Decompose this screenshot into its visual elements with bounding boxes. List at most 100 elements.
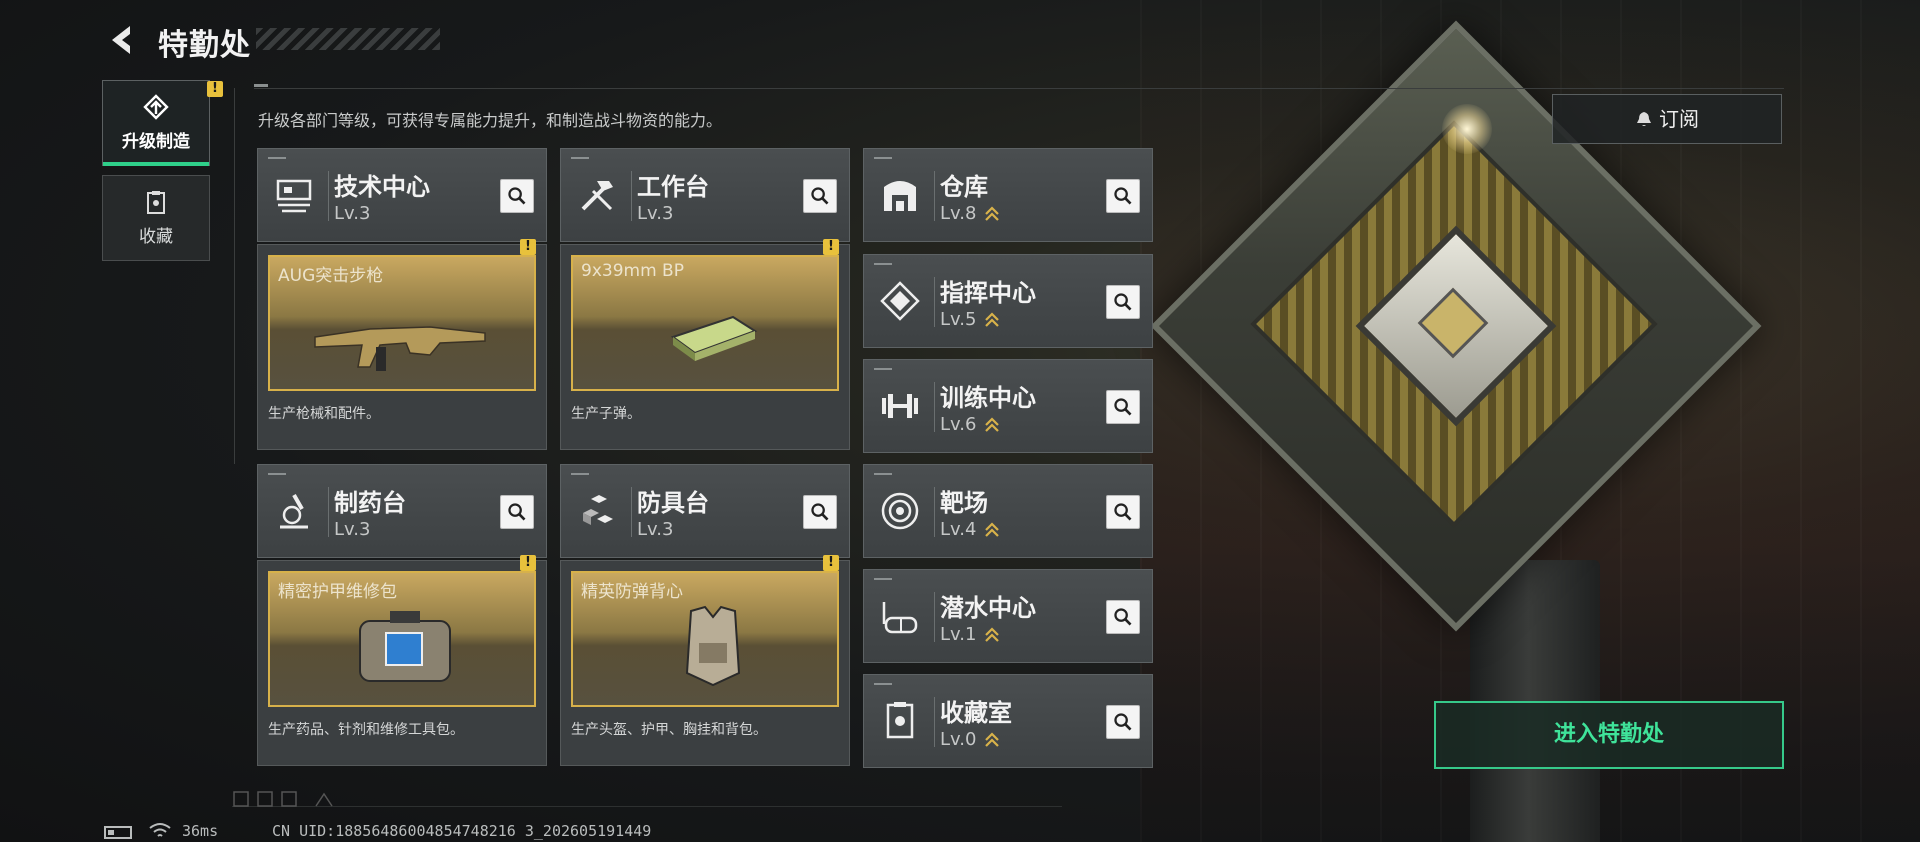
side-divider bbox=[234, 88, 235, 464]
bell-icon bbox=[1635, 97, 1653, 126]
card-separator bbox=[328, 171, 329, 221]
production-item-name: 9x39mm BP bbox=[581, 261, 684, 281]
production-slot: 9x39mm BP bbox=[571, 255, 839, 391]
department-card-pharmacy[interactable]: 制药台 Lv.3 bbox=[257, 464, 547, 558]
production-card-medical[interactable]: 精密护甲维修包 ! 生产药品、针剂和维修工具包。 bbox=[257, 555, 547, 766]
search-icon[interactable] bbox=[1106, 179, 1140, 213]
production-item-name: 精密护甲维修包 bbox=[278, 582, 397, 602]
department-name: 训练中心 bbox=[940, 384, 1036, 412]
ping-value: 36ms bbox=[182, 822, 219, 840]
department-name: 仓库 bbox=[940, 173, 988, 201]
department-card-training-center[interactable]: 训练中心 Lv.6 bbox=[863, 359, 1153, 453]
department-card-tech-center[interactable]: 技术中心 Lv.3 bbox=[257, 148, 547, 242]
card-decoration bbox=[874, 368, 892, 370]
rifle-image bbox=[314, 326, 486, 371]
department-level: Lv.0 bbox=[940, 729, 977, 750]
bottom-divider bbox=[232, 806, 1062, 807]
user-uid: CN UID:18856486004854748216 3_2026051914… bbox=[272, 822, 652, 840]
upgrade-craft-icon bbox=[143, 94, 169, 120]
search-icon[interactable] bbox=[1106, 705, 1140, 739]
subscribe-label: 订阅 bbox=[1659, 107, 1699, 131]
microscope-icon bbox=[280, 494, 308, 529]
search-icon[interactable] bbox=[500, 179, 534, 213]
card-separator bbox=[934, 382, 935, 432]
production-description: 生产子弹。 bbox=[571, 406, 641, 422]
search-icon[interactable] bbox=[1106, 285, 1140, 319]
department-name: 防具台 bbox=[637, 489, 709, 517]
department-card-armor-bench[interactable]: 防具台 Lv.3 bbox=[560, 464, 850, 558]
search-icon[interactable] bbox=[1106, 495, 1140, 529]
warehouse-icon bbox=[884, 181, 916, 211]
production-card-ammo[interactable]: 9x39mm BP ! 生产子弹。 bbox=[560, 239, 850, 450]
target-icon bbox=[881, 492, 919, 530]
department-level: Lv.3 bbox=[637, 203, 674, 224]
search-icon[interactable] bbox=[803, 495, 837, 529]
command-center-icon bbox=[880, 281, 920, 321]
search-icon[interactable] bbox=[1106, 390, 1140, 424]
tech-center-icon bbox=[276, 179, 312, 213]
search-icon[interactable] bbox=[1106, 600, 1140, 634]
card-decoration bbox=[268, 473, 286, 475]
department-level: Lv.5 bbox=[940, 309, 977, 330]
toolbar-icons bbox=[233, 791, 333, 807]
search-icon[interactable] bbox=[500, 495, 534, 529]
warning-badge: ! bbox=[207, 81, 223, 97]
production-card-armor[interactable]: 精英防弹背心 ! 生产头盔、护甲、胸挂和背包。 bbox=[560, 555, 850, 766]
search-icon[interactable] bbox=[803, 179, 837, 213]
department-name: 工作台 bbox=[637, 173, 709, 201]
production-item-name: 精英防弹背心 bbox=[581, 582, 683, 602]
card-decoration bbox=[874, 263, 892, 265]
upgrade-chevron-icon bbox=[985, 627, 999, 642]
card-separator bbox=[631, 171, 632, 221]
department-level: Lv.3 bbox=[637, 519, 674, 540]
subscribe-button[interactable]: 订阅 bbox=[1552, 94, 1782, 144]
card-decoration bbox=[874, 473, 892, 475]
upgrade-chevron-icon bbox=[985, 732, 999, 747]
upgrade-chevron-icon bbox=[985, 417, 999, 432]
warning-badge: ! bbox=[520, 239, 536, 255]
tab-collection[interactable]: 收藏 bbox=[102, 175, 210, 261]
title-decoration bbox=[256, 28, 440, 50]
production-slot: 精密护甲维修包 bbox=[268, 571, 536, 707]
department-card-shooting-range[interactable]: 靶场 Lv.4 bbox=[863, 464, 1153, 558]
warning-badge: ! bbox=[520, 555, 536, 571]
card-decoration bbox=[268, 157, 286, 159]
department-level: Lv.3 bbox=[334, 203, 371, 224]
card-separator bbox=[934, 697, 935, 747]
department-card-diving-center[interactable]: 潜水中心 Lv.1 bbox=[863, 569, 1153, 663]
workbench-icon bbox=[581, 181, 613, 211]
production-description: 生产枪械和配件。 bbox=[268, 406, 380, 422]
department-card-warehouse[interactable]: 仓库 Lv.8 bbox=[863, 148, 1153, 242]
card-separator bbox=[934, 592, 935, 642]
production-slot: 精英防弹背心 bbox=[571, 571, 839, 707]
department-level: Lv.8 bbox=[940, 203, 977, 224]
production-card-weapons[interactable]: AUG突击步枪 ! 生产枪械和配件。 bbox=[257, 239, 547, 450]
upgrade-chevron-icon bbox=[985, 206, 999, 221]
department-name: 制药台 bbox=[334, 489, 406, 517]
department-name: 技术中心 bbox=[334, 173, 430, 201]
warning-badge: ! bbox=[823, 555, 839, 571]
back-arrow-icon[interactable] bbox=[104, 22, 140, 58]
card-decoration bbox=[874, 157, 892, 159]
tab-upgrade-craft[interactable]: 升级制造 ! bbox=[102, 80, 223, 166]
collection-icon bbox=[147, 191, 165, 214]
department-card-command-center[interactable]: 指挥中心 Lv.5 bbox=[863, 254, 1153, 348]
department-level: Lv.6 bbox=[940, 414, 977, 435]
wifi-icon bbox=[149, 823, 171, 837]
tab-label: 升级制造 bbox=[122, 132, 190, 152]
vest-image bbox=[685, 605, 741, 687]
department-name: 潜水中心 bbox=[940, 594, 1036, 622]
department-card-collection-room[interactable]: 收藏室 Lv.0 bbox=[863, 674, 1153, 768]
department-level: Lv.4 bbox=[940, 519, 977, 540]
battery-icon bbox=[104, 826, 132, 839]
enter-button[interactable]: 进入特勤处 bbox=[1434, 701, 1784, 769]
warning-badge: ! bbox=[823, 239, 839, 255]
department-card-workbench[interactable]: 工作台 Lv.3 bbox=[560, 148, 850, 242]
card-separator bbox=[631, 487, 632, 537]
repair-kit-image bbox=[359, 611, 451, 682]
department-name: 靶场 bbox=[940, 489, 988, 517]
divider-marker bbox=[254, 84, 268, 87]
upgrade-chevron-icon bbox=[985, 522, 999, 537]
production-item-name: AUG突击步枪 bbox=[278, 266, 384, 286]
armor-bench-icon bbox=[583, 495, 613, 525]
